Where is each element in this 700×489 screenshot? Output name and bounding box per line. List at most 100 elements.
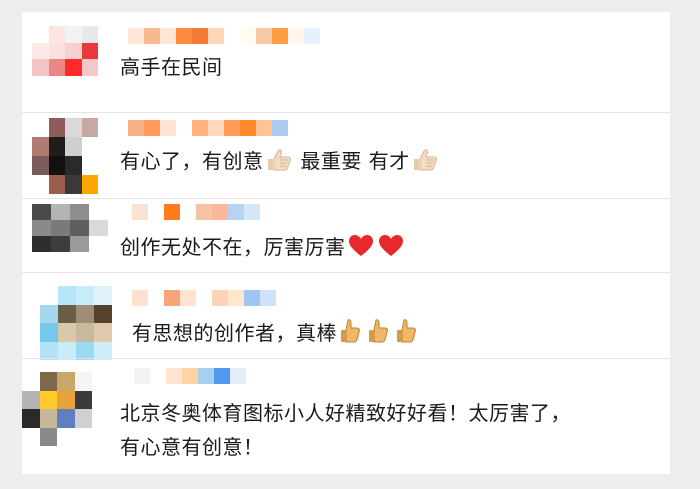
nickname-pixel (240, 120, 256, 136)
avatar-pixel (32, 26, 49, 43)
avatar-pixel (32, 236, 51, 252)
avatar-pixel (65, 137, 82, 156)
avatar-pixel (58, 286, 76, 305)
avatar-pixel (32, 175, 49, 194)
avatar-pixel (94, 286, 112, 305)
comment-text-line: 有心意有创意！ (120, 435, 264, 459)
avatar-pixel (65, 26, 82, 43)
avatar-pixel (89, 220, 108, 236)
avatar-pixel (70, 204, 89, 220)
avatar-pixel (32, 42, 49, 59)
avatar-pixel (39, 427, 57, 446)
avatar-pixel (48, 26, 65, 43)
avatar-pixel (81, 118, 98, 137)
avatar-pixel (65, 156, 82, 175)
thumbs-up-icon (339, 318, 363, 352)
comment-text-content: 高手在民间 (120, 55, 223, 79)
nickname-mosaic[interactable] (132, 204, 260, 220)
comments-panel: 高手在民间 有心了，有创意 最重要 有才 创作无处不在，厉害厉害 有思想的创作者… (22, 12, 670, 474)
nickname-pixel (128, 120, 144, 136)
avatar-pixel (48, 137, 65, 156)
avatar-pixel (58, 304, 76, 323)
avatar-pixel (40, 304, 58, 323)
avatar-pixel (40, 286, 58, 305)
avatar-pixel (22, 427, 40, 446)
nickname-pixel (196, 204, 212, 220)
thumbs-up-icon (395, 318, 419, 352)
comment-item: 有思想的创作者，真棒 (22, 272, 670, 360)
comment-text-content: 创作无处不在，厉害厉害 (120, 235, 346, 259)
avatar[interactable] (32, 26, 98, 92)
nickname-mosaic[interactable] (132, 290, 276, 306)
avatar-pixel (81, 42, 98, 59)
nickname-pixel (148, 204, 164, 220)
avatar-pixel (48, 75, 65, 92)
nickname-mosaic[interactable] (128, 28, 320, 44)
nickname-mosaic[interactable] (128, 120, 288, 136)
avatar-pixel (48, 118, 65, 137)
avatar-pixel (74, 372, 92, 391)
avatar-pixel (22, 409, 40, 428)
comment-text-part: 有心了，有创意 (120, 149, 264, 173)
avatar[interactable] (32, 118, 98, 194)
nickname-pixel (214, 368, 230, 384)
nickname-pixel (196, 290, 212, 306)
comment-text: 高手在民间 (120, 52, 223, 82)
nickname-pixel (256, 120, 272, 136)
nickname-pixel (134, 368, 150, 384)
comment-text: 北京冬奥体育图标小人好精致好好看！太厉害了， 有心意有创意！ (120, 398, 571, 462)
avatar-pixel (32, 75, 49, 92)
avatar-pixel (65, 42, 82, 59)
avatar-pixel (51, 236, 70, 252)
avatar-pixel (32, 137, 49, 156)
avatar-pixel (51, 220, 70, 236)
avatar-pixel (22, 372, 40, 391)
avatar-pixel (48, 175, 65, 194)
nickname-pixel (244, 290, 260, 306)
red-heart-icon (348, 234, 374, 266)
avatar[interactable] (40, 286, 112, 360)
avatar-pixel (65, 75, 82, 92)
nickname-pixel (180, 290, 196, 306)
avatar-pixel (89, 252, 108, 268)
avatar-pixel (22, 390, 40, 409)
avatar-pixel (81, 175, 98, 194)
nickname-pixel (256, 28, 272, 44)
thumbs-up-icon (412, 148, 438, 180)
avatar-pixel (57, 409, 75, 428)
nickname-pixel (288, 28, 304, 44)
nickname-pixel (228, 204, 244, 220)
comment-text: 有思想的创作者，真棒 (132, 318, 421, 352)
thumbs-up-icon (367, 318, 391, 352)
nickname-pixel (224, 120, 240, 136)
avatar-pixel (70, 236, 89, 252)
avatar-pixel (94, 323, 112, 342)
nickname-pixel (272, 28, 288, 44)
nickname-pixel (150, 368, 166, 384)
nickname-pixel (132, 290, 148, 306)
avatar[interactable] (22, 372, 92, 446)
nickname-pixel (128, 28, 144, 44)
avatar-pixel (76, 323, 94, 342)
avatar-pixel (32, 156, 49, 175)
avatar-pixel (51, 252, 70, 268)
avatar-pixel (32, 252, 51, 268)
avatar-pixel (39, 390, 57, 409)
avatar[interactable] (32, 204, 108, 268)
avatar-pixel (40, 323, 58, 342)
nickname-mosaic[interactable] (134, 368, 246, 384)
nickname-pixel (260, 290, 276, 306)
avatar-pixel (74, 409, 92, 428)
avatar-pixel (48, 59, 65, 76)
comment-text: 创作无处不在，厉害厉害 (120, 232, 406, 266)
avatar-pixel (76, 304, 94, 323)
nickname-pixel (224, 28, 240, 44)
nickname-pixel (176, 120, 192, 136)
nickname-pixel (244, 204, 260, 220)
avatar-pixel (74, 390, 92, 409)
avatar-pixel (48, 156, 65, 175)
nickname-pixel (192, 28, 208, 44)
nickname-pixel (164, 290, 180, 306)
avatar-pixel (81, 156, 98, 175)
comment-item: 北京冬奥体育图标小人好精致好好看！太厉害了， 有心意有创意！ (22, 358, 670, 474)
